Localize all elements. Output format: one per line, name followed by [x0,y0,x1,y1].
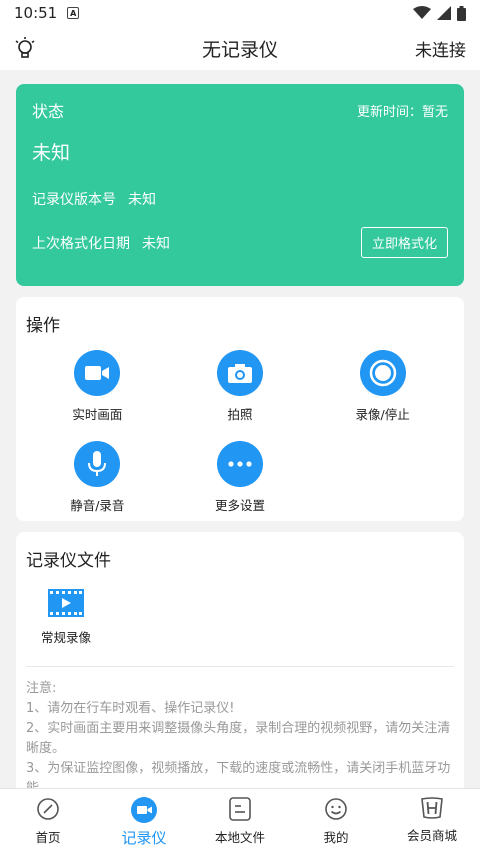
normal-recording-item[interactable]: 常规录像 [26,589,106,646]
recorder-icon [131,797,157,823]
format-row: 上次格式化日期 未知 立即格式化 [32,227,448,258]
microphone-icon [88,451,107,476]
lightbulb-icon[interactable] [14,36,36,60]
battery-icon [457,5,466,21]
operations-title: 操作 [26,316,60,336]
format-now-button[interactable]: 立即格式化 [360,227,448,258]
notification-icon: A [67,7,80,19]
more-icon [228,461,252,467]
nav-recorder[interactable]: 记录仪 [96,789,192,852]
bottom-nav: 首页 记录仪 本地文件 我的 会员商城 [0,788,480,852]
connection-status-button[interactable]: 未连接 [415,36,466,61]
nav-local-files[interactable]: 本地文件 [192,789,288,852]
nav-mine[interactable]: 我的 [288,789,384,852]
status-label: 状态 [32,102,65,121]
divider [26,666,454,667]
recorder-files-card: 记录仪文件 常规录像 注意: 1、请勿在行车时观看、操作记录仪! 2、实时画面主… [16,532,464,802]
app-header: 无记录仪 未连接 [0,26,480,70]
op-take-photo[interactable]: 拍照 [169,350,312,423]
status-icons [413,5,466,21]
status-value: 未知 [32,142,71,164]
version-row: 记录仪版本号 未知 [32,189,448,209]
video-file-icon [48,589,84,617]
status-card: 状态 更新时间：暂无 未知 记录仪版本号 未知 上次格式化日期 未知 立即格式化 [16,84,464,286]
camera-icon [227,364,252,383]
system-status-bar: 10:51 A [0,0,480,26]
update-time: 更新时间：暂无 [356,104,448,120]
home-gauge-icon [37,798,59,820]
nav-home[interactable]: 首页 [0,789,96,852]
format-date-label: 上次格式化日期 [32,235,130,252]
operations-card: 操作 实时画面 拍照 录像/停止 静音/录音 更多设置 [16,297,464,521]
normal-recording-label: 常规录像 [40,630,91,645]
page-title: 无记录仪 [201,38,278,61]
record-icon [369,359,396,387]
op-record-stop[interactable]: 录像/停止 [311,350,454,423]
nav-member-mall[interactable]: 会员商城 [384,789,480,852]
files-title: 记录仪文件 [26,551,111,571]
notice-text: 注意: 1、请勿在行车时观看、操作记录仪! 2、实时画面主要用来调整摄像头角度，… [26,681,451,796]
honda-logo-icon [421,797,443,819]
smiley-icon [325,798,347,820]
local-files-icon [229,797,251,821]
op-mute-audio[interactable]: 静音/录音 [26,441,169,514]
version-value: 未知 [128,192,156,208]
version-label: 记录仪版本号 [32,192,116,208]
op-more-settings[interactable]: 更多设置 [169,441,312,514]
video-camera-icon [85,366,110,380]
wifi-icon [413,6,431,19]
signal-icon [437,6,451,20]
clock: 10:51 [14,4,58,22]
op-live-view[interactable]: 实时画面 [26,350,169,423]
format-date-value: 未知 [142,235,170,252]
